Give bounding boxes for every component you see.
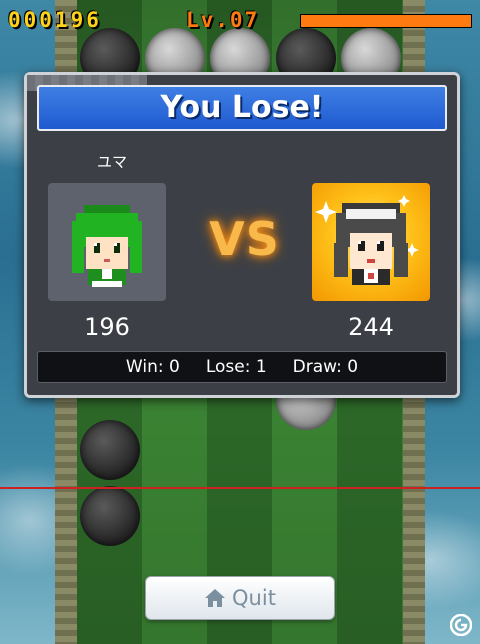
rock [80, 420, 140, 480]
hud: 000196 Lv.07 [0, 8, 480, 34]
level-indicator: Lv.07 [186, 8, 260, 32]
opponent-points: 244 [348, 313, 394, 341]
win-count: Win: 0 [125, 357, 180, 377]
match-record: Win: 0 Lose: 1 Draw: 0 [37, 351, 447, 383]
player-name: ユマ [96, 153, 127, 171]
opponent-portrait [312, 183, 430, 301]
quit-button[interactable]: Quit [145, 576, 335, 620]
player-portrait [48, 183, 166, 301]
rock [80, 486, 140, 546]
white-hair-character-icon [315, 195, 419, 285]
player-points: 196 [84, 313, 130, 341]
draw-count: Draw: 0 [292, 357, 359, 377]
level-progress-bar [300, 14, 472, 28]
score-counter: 000196 [8, 8, 102, 32]
versus-label: VS [209, 212, 280, 266]
level-progress-fill [301, 15, 471, 27]
danger-line [0, 487, 480, 489]
lose-count: Lose: 1 [205, 357, 267, 377]
site-logo-icon [450, 614, 472, 636]
green-hair-character-icon [72, 205, 142, 287]
home-icon [205, 589, 226, 607]
quit-label: Quit [232, 586, 276, 610]
result-dialog: You Lose! ユマ VS 196 244 Win: 0 Lose: 1 D… [24, 72, 460, 398]
result-banner: You Lose! [37, 85, 447, 131]
